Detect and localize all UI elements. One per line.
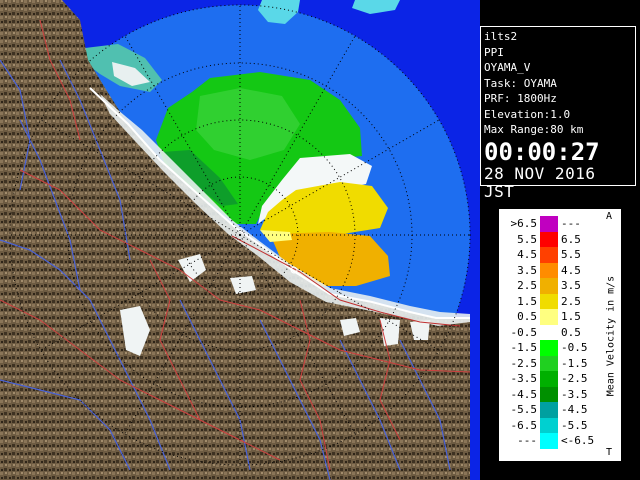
legend-swatch — [540, 371, 558, 387]
legend-row: 0.5 1.5 — [499, 309, 599, 325]
legend-swatch — [540, 278, 558, 294]
legend-row-low: -6.5 — [510, 418, 538, 432]
legend-swatch — [540, 309, 558, 325]
legend-row: -2.5 -1.5 — [499, 355, 599, 371]
legend-row: 2.5 3.5 — [499, 278, 599, 294]
legend-title: Mean Velocity in m/s — [605, 275, 617, 397]
legend-swatch — [540, 262, 558, 278]
legend-row: -0.5 0.5 — [499, 324, 599, 340]
legend-swatch — [540, 386, 558, 402]
legend-row: -5.5 -4.5 — [499, 402, 599, 418]
elevation-label: Elevation:1.0 — [484, 107, 571, 121]
legend-row-low: -2.5 — [510, 356, 538, 370]
legend-row: 3.5 4.5 — [499, 262, 599, 278]
legend-swatch — [540, 340, 558, 356]
legend-row-high: -5.5 — [561, 418, 588, 432]
legend-swatch — [540, 417, 558, 433]
legend-title-box: Mean Velocity in m/s — [603, 215, 619, 457]
legend-row: -3.5 -2.5 — [499, 371, 599, 387]
legend-row: -1.5 -0.5 — [499, 340, 599, 356]
legend-row-low: 3.5 — [517, 263, 537, 277]
legend-row-high: 5.5 — [561, 248, 581, 261]
legend-row-low: -4.5 — [510, 387, 538, 401]
legend-row-high: 3.5 — [561, 279, 581, 292]
info-panel: ilts2 PPI OYAMA_V Task: OYAMA PRF: 1800H… — [480, 26, 636, 200]
legend-swatch — [540, 231, 558, 247]
legend-row-low: -3.5 — [510, 372, 538, 385]
legend-row-high: 6.5 — [561, 232, 581, 246]
legend-swatch — [540, 402, 558, 418]
legend-swatch — [540, 355, 558, 371]
max-range-label: Max Range:80 km — [484, 123, 584, 136]
legend-row-high: -0.5 — [561, 341, 588, 354]
legend-row-low: 2.5 — [517, 279, 537, 292]
legend-row-low: -1.5 — [510, 341, 538, 354]
legend-swatch — [540, 247, 558, 263]
legend-row-high: --- — [561, 217, 581, 230]
legend-swatch — [540, 324, 558, 340]
legend-swatch — [540, 293, 558, 309]
legend-row-low: --- — [517, 434, 537, 447]
velocity-legend: >6.5 --- 5.5 6.5 4.5 5.5 3.5 4.5 2.5 3.5 1.5 2.5 0.5… — [498, 208, 622, 462]
legend-row-high: -3.5 — [561, 387, 588, 401]
legend-row-high: <-6.5 — [561, 434, 595, 447]
task-label: Task: OYAMA — [484, 76, 557, 90]
legend-row-low: -5.5 — [510, 403, 538, 416]
legend-row-low: -0.5 — [510, 325, 538, 339]
legend-row: --- <-6.5 — [499, 433, 599, 449]
legend-row-low: 0.5 — [517, 310, 537, 323]
legend-bottom-marker: T — [606, 447, 613, 458]
legend-row-high: -1.5 — [561, 356, 588, 370]
legend-row-low: >6.5 — [510, 217, 538, 230]
legend-row-high: 0.5 — [561, 325, 581, 339]
legend-row: 4.5 5.5 — [499, 247, 599, 263]
legend-row: -4.5 -3.5 — [499, 386, 599, 402]
prf-label: PRF: 1800Hz — [484, 92, 557, 105]
scan-time: 00:00:27 — [484, 137, 600, 166]
scan-mode: PPI — [484, 45, 504, 59]
legend-row-high: -4.5 — [561, 403, 588, 416]
legend-swatch — [540, 216, 558, 232]
legend-row-low: 5.5 — [517, 232, 537, 246]
scan-date: 28 NOV 2016 JST — [484, 163, 596, 201]
legend-row-low: 4.5 — [517, 248, 537, 261]
station-name: OYAMA_V — [484, 61, 531, 74]
legend-row-high: -2.5 — [561, 372, 588, 385]
legend-row: >6.5 --- — [499, 216, 599, 232]
legend-row-low: 1.5 — [517, 294, 537, 308]
legend-row: -6.5 -5.5 — [499, 417, 599, 433]
legend-swatch — [540, 433, 558, 449]
radar-name: ilts2 — [484, 30, 518, 43]
legend-row: 1.5 2.5 — [499, 293, 599, 309]
legend-row-high: 1.5 — [561, 310, 581, 323]
legend-row: 5.5 6.5 — [499, 231, 599, 247]
legend-row-high: 2.5 — [561, 294, 581, 308]
legend-row-high: 4.5 — [561, 263, 581, 277]
